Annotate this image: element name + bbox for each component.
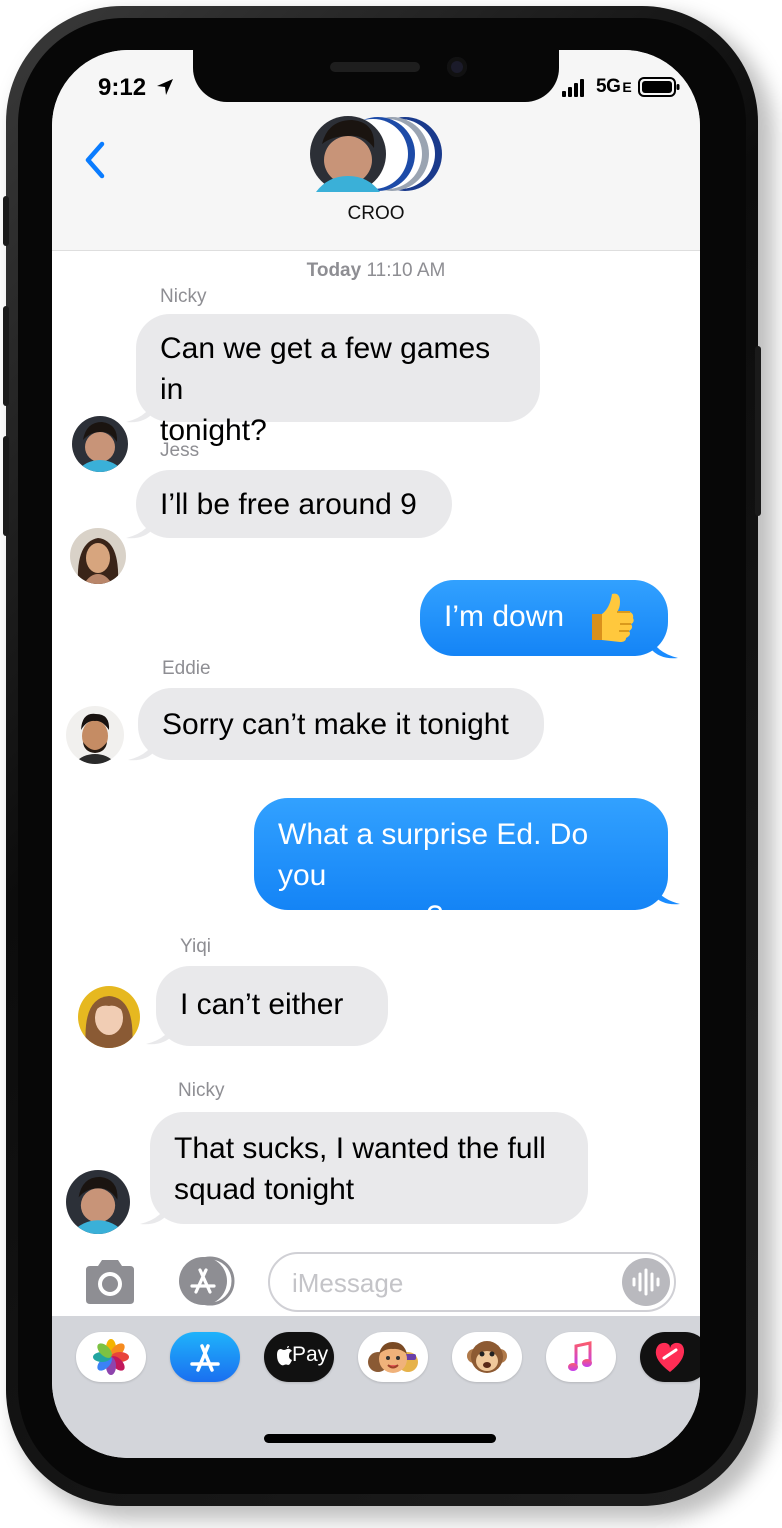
network-suffix: E <box>622 79 632 95</box>
timestamp-day: Today <box>306 260 362 281</box>
home-indicator[interactable] <box>264 1434 496 1443</box>
volume-up-button <box>3 306 9 406</box>
person-avatar-icon <box>78 986 140 1048</box>
conversation-timestamp: Today 11:10 AM <box>52 260 700 282</box>
thumbs-up-emoji-icon <box>592 593 634 642</box>
sender-name: Jess <box>160 440 200 461</box>
animoji-monkey-icon <box>467 1341 507 1373</box>
message-line: What a surprise Ed. Do you <box>278 818 589 892</box>
speaker-grille <box>330 62 420 72</box>
signal-bars-icon <box>562 79 584 97</box>
message-line: I’ll be free around 9 <box>160 488 417 521</box>
app-apple-pay[interactable]: Pay <box>264 1332 334 1382</box>
audio-message-button[interactable] <box>622 1258 670 1306</box>
app-store-button-icon[interactable] <box>174 1256 236 1306</box>
message-bubble[interactable]: Sorry can’t make it tonight <box>138 688 544 760</box>
avatar-yiqi[interactable] <box>78 986 140 1048</box>
network-type: 5G <box>596 76 621 97</box>
volume-down-button <box>3 436 9 536</box>
message-bubble[interactable]: I’m down <box>420 580 668 656</box>
sender-name: Nicky <box>160 286 207 307</box>
memoji-icon <box>368 1342 418 1373</box>
avatar-jess[interactable] <box>70 528 126 584</box>
message-line: I can’t either <box>180 988 344 1021</box>
app-digital-touch[interactable] <box>640 1332 700 1382</box>
message-bubble[interactable]: That sucks, I wanted the full squad toni… <box>150 1112 588 1224</box>
message-line: Sorry can’t make it tonight <box>162 708 509 741</box>
app-photos[interactable] <box>76 1332 146 1382</box>
sender-name: Nicky <box>178 1080 225 1101</box>
avatar-nicky[interactable] <box>66 1170 130 1234</box>
app-store[interactable] <box>170 1332 240 1382</box>
message-bubble[interactable]: I can’t either <box>156 966 388 1046</box>
network-indicator: 5G E <box>596 76 632 98</box>
person-avatar-icon <box>66 706 124 764</box>
message-line: squad tonight <box>174 1173 355 1206</box>
front-camera <box>447 57 467 77</box>
message-line: That sucks, I wanted the full <box>174 1132 546 1165</box>
mute-switch <box>3 196 9 246</box>
message-line: even game? <box>278 900 444 933</box>
sender-name: Yiqi <box>180 936 211 957</box>
app-memoji[interactable] <box>358 1332 428 1382</box>
message-line: Can we get a few games in <box>160 332 491 406</box>
battery-icon <box>638 77 680 97</box>
message-bubble[interactable]: Can we get a few games in tonight? <box>136 314 540 447</box>
person-avatar-icon <box>70 528 126 584</box>
message-bubble[interactable]: I’ll be free around 9 <box>136 470 452 538</box>
person-avatar-icon <box>72 416 128 472</box>
camera-icon[interactable] <box>82 1258 138 1306</box>
photos-icon <box>93 1339 129 1375</box>
notch <box>193 50 559 102</box>
apple-pay-label: Pay <box>292 1343 329 1366</box>
message-input-field[interactable] <box>268 1252 676 1312</box>
message-line: I’m down <box>444 600 565 633</box>
group-avatar-stack[interactable] <box>308 114 448 194</box>
avatar-eddie[interactable] <box>66 706 124 764</box>
digital-touch-icon <box>655 1342 685 1372</box>
group-avatars-icon <box>310 116 442 192</box>
music-icon <box>568 1341 592 1371</box>
waveform-icon <box>632 1268 660 1296</box>
location-arrow-icon <box>157 79 173 95</box>
sender-name: Eddie <box>162 658 211 679</box>
side-button <box>755 346 761 516</box>
message-line: tonight? <box>160 414 267 447</box>
back-chevron-icon[interactable] <box>82 140 108 180</box>
app-animoji[interactable] <box>452 1332 522 1382</box>
messages-screen: 9:12 5G E CROO Today 11:10 AM Nicky Can … <box>52 50 700 1458</box>
app-store-icon <box>190 1344 220 1372</box>
apple-logo-icon <box>277 1346 292 1366</box>
message-input[interactable] <box>290 1264 624 1302</box>
group-name[interactable]: CROO <box>52 203 700 225</box>
person-avatar-icon <box>66 1170 130 1234</box>
avatar-nicky[interactable] <box>72 416 128 472</box>
message-bubble[interactable]: What a surprise Ed. Do you even game? <box>254 798 668 933</box>
app-music[interactable] <box>546 1332 616 1382</box>
status-time: 9:12 <box>98 74 147 101</box>
timestamp-time: 11:10 AM <box>366 260 446 281</box>
imessage-app-drawer: Pay <box>52 1316 700 1458</box>
